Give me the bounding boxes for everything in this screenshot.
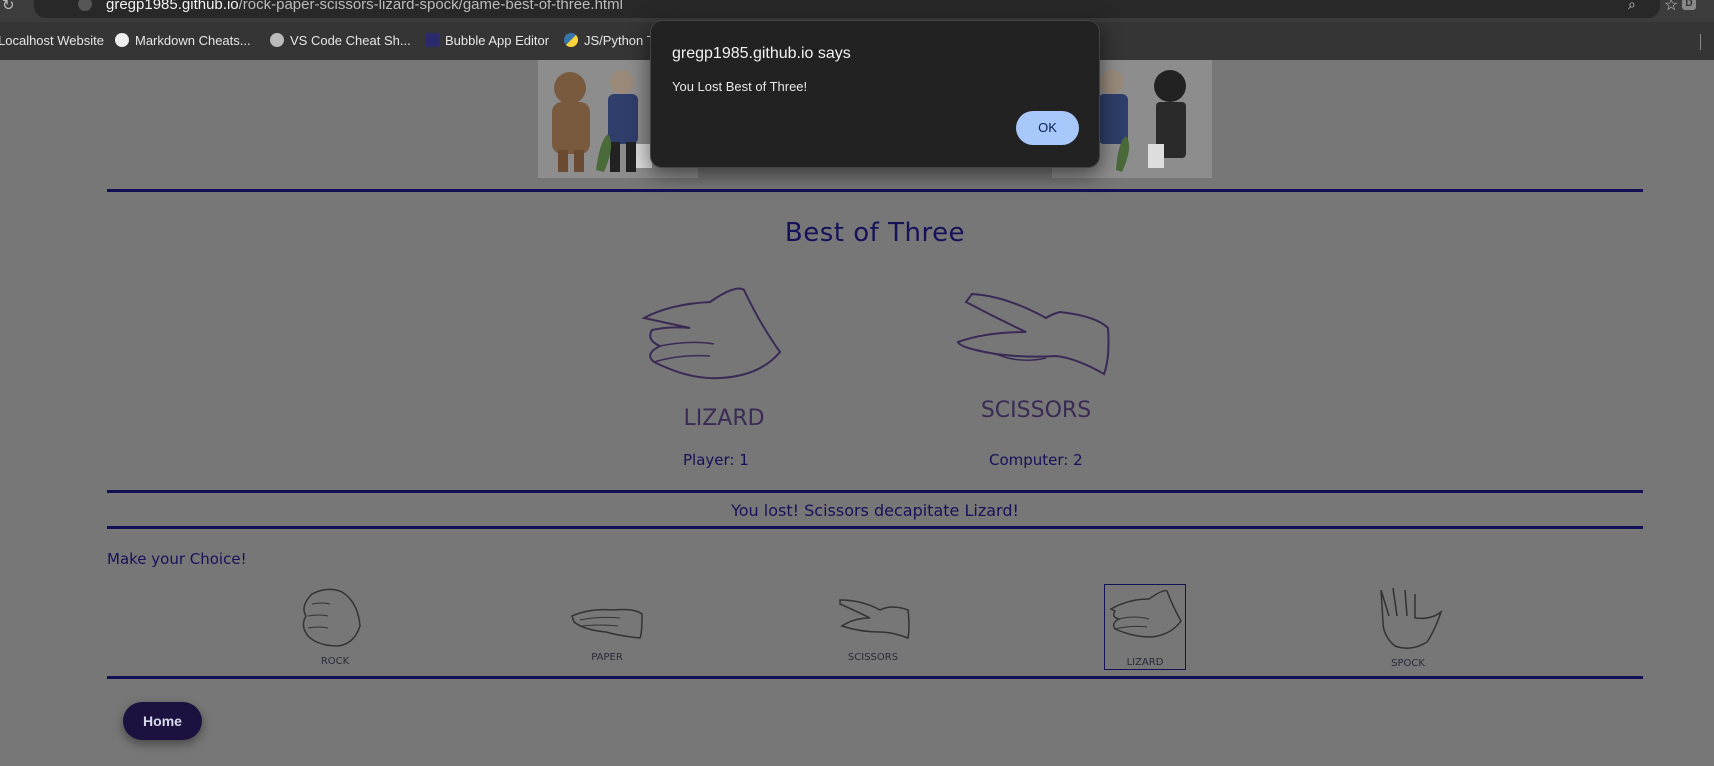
- bookmark-bubble[interactable]: Bubble App Editor: [425, 31, 549, 51]
- computer-choice-label: SCISSORS: [980, 398, 1092, 423]
- browser-toolbar: ↻ gregp1985.github.io/rock-paper-scissor…: [0, 0, 1714, 22]
- spock-hand-icon: [1380, 587, 1443, 649]
- choice-label: SPOCK: [1391, 658, 1425, 669]
- computer-choice-image: [956, 288, 1112, 378]
- bookmark-label: Localhost Website: [0, 33, 104, 48]
- bookmark-label: Bubble App Editor: [445, 33, 550, 48]
- player-choice-image: [640, 284, 790, 394]
- divider: [107, 526, 1643, 529]
- address-bar[interactable]: gregp1985.github.io/rock-paper-scissors-…: [34, 0, 1678, 18]
- choice-label: PAPER: [591, 652, 623, 663]
- bookmarks-separator: [1700, 34, 1701, 50]
- choice-spock-button[interactable]: SPOCK: [1367, 584, 1449, 670]
- choice-rock-button[interactable]: ROCK: [294, 584, 376, 670]
- python-icon: [564, 33, 578, 47]
- choice-label: ROCK: [320, 656, 350, 667]
- bookmark-vscode[interactable]: VS Code Cheat Sh...: [270, 31, 411, 51]
- alert-dialog: gregp1985.github.io says You Lost Best o…: [650, 20, 1100, 168]
- choice-scissors-button[interactable]: SCISSORS: [832, 584, 914, 670]
- dialog-title: gregp1985.github.io says: [672, 45, 851, 62]
- round-result: You lost! Scissors decapitate Lizard!: [731, 501, 1019, 520]
- lizard-hand-icon: [641, 287, 782, 380]
- computer-score: Computer: 2: [989, 451, 1083, 469]
- url-path: /rock-paper-scissors-lizard-spock/game-b…: [238, 0, 623, 13]
- choice-label: LIZARD: [1126, 657, 1164, 668]
- url-host: gregp1985.github.io: [106, 0, 239, 13]
- choice-lizard-button[interactable]: LIZARD: [1104, 584, 1186, 670]
- ok-button[interactable]: OK: [1016, 111, 1079, 145]
- rock-hand-icon: [302, 588, 361, 647]
- url-text[interactable]: gregp1985.github.io/rock-paper-scissors-…: [106, 0, 623, 13]
- site-info-icon[interactable]: [78, 0, 92, 11]
- choice-heading: Make your Choice!: [107, 550, 247, 568]
- dialog-message: You Lost Best of Three!: [672, 79, 808, 94]
- choice-label: SCISSORS: [847, 652, 899, 663]
- home-button[interactable]: Home: [123, 702, 202, 740]
- bookmark-markdown[interactable]: Markdown Cheats...: [115, 31, 251, 51]
- player-choice-label: LIZARD: [683, 406, 765, 431]
- bookmark-localhost[interactable]: Localhost Website: [0, 31, 104, 51]
- profile-icon[interactable]: D: [1682, 0, 1696, 10]
- divider: [107, 189, 1643, 192]
- bookmark-jspython[interactable]: JS/Python T: [564, 31, 655, 51]
- lizard-hand-icon: [1109, 589, 1182, 638]
- scissors-hand-icon: [956, 292, 1110, 376]
- globe-icon: [270, 33, 284, 47]
- bookmark-label: VS Code Cheat Sh...: [290, 33, 411, 48]
- bookmark-star-icon[interactable]: ☆: [1664, 0, 1678, 15]
- player-score: Player: 1: [683, 451, 749, 469]
- bookmark-label: Markdown Cheats...: [135, 33, 251, 48]
- divider: [107, 676, 1643, 679]
- bookmark-label: JS/Python T: [584, 33, 655, 48]
- page-title: Best of Three: [784, 218, 966, 248]
- reload-icon[interactable]: ↻: [2, 0, 15, 14]
- divider: [107, 490, 1643, 493]
- zoom-icon[interactable]: ⌕: [1628, 0, 1636, 13]
- paper-hand-icon: [571, 608, 643, 639]
- github-icon: [115, 33, 129, 47]
- scissors-hand-icon: [839, 599, 910, 640]
- bubble-icon: [425, 33, 439, 47]
- choice-paper-button[interactable]: PAPER: [566, 584, 648, 670]
